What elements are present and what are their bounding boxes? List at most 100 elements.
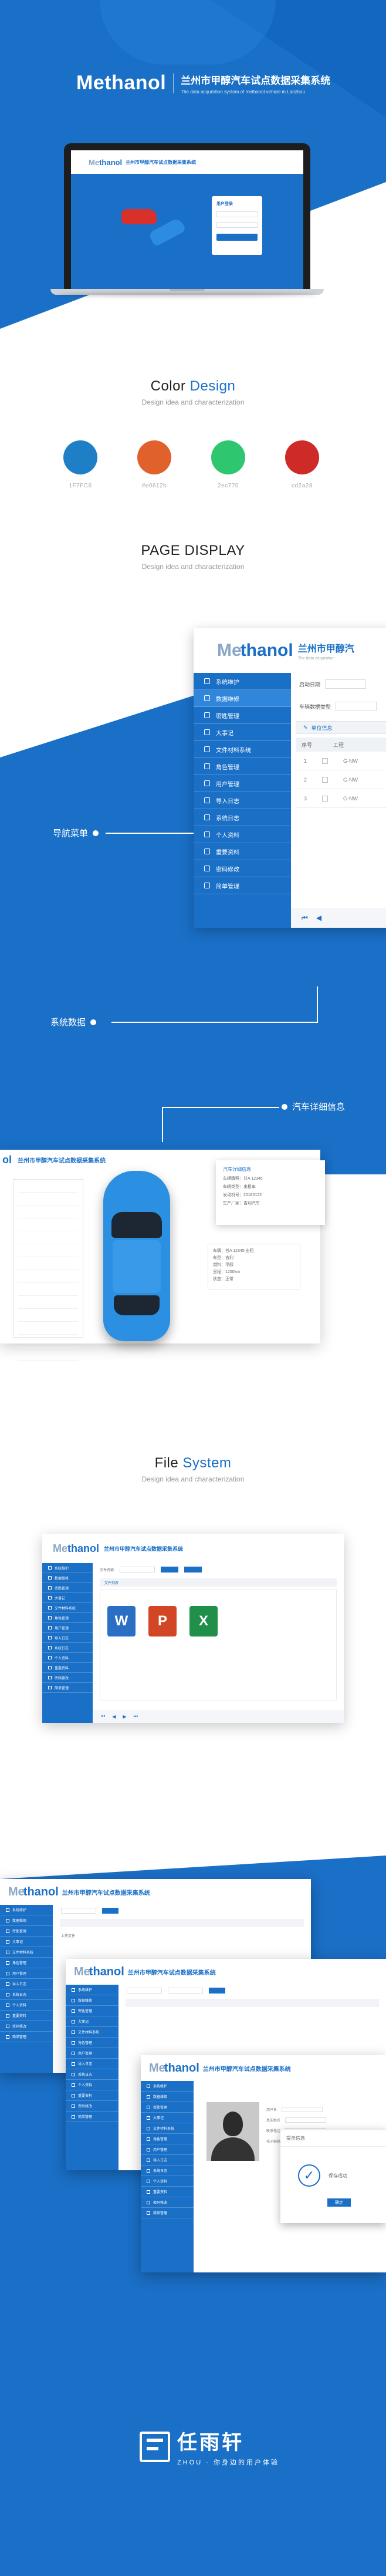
fs-sidebar-item[interactable]: 文件材料系统 [42,1603,93,1613]
date-input[interactable] [325,679,367,689]
table-row[interactable]: 1 G-NW [296,752,386,770]
fs-sidebar-item[interactable]: 个人资料 [42,1653,93,1663]
stack-sidebar-item[interactable]: 密匙管理 [141,2102,194,2113]
last-page-icon[interactable]: ⏭ [134,1713,138,1719]
type-select[interactable] [336,702,377,711]
detail-form-field[interactable] [18,1249,78,1257]
stack-sidebar-item[interactable]: 大事记 [141,2113,194,2123]
profile-field-input[interactable] [282,2107,323,2112]
sidebar-item[interactable]: 系统维护 [194,673,291,690]
stack-sidebar-item[interactable]: 导入日志 [66,2059,118,2069]
detail-form-field[interactable] [18,1223,78,1231]
detail-form-field[interactable] [18,1275,78,1283]
detail-form-field[interactable] [18,1314,78,1322]
stack-sidebar-item[interactable]: 文件材料系统 [0,1947,53,1958]
stack-sidebar-item[interactable]: 密码修改 [0,2021,53,2032]
stack-sidebar-item[interactable]: 密匙管理 [66,2006,118,2016]
stack-sidebar-item[interactable]: 文件材料系统 [141,2123,194,2134]
stack1-button[interactable] [102,1908,118,1914]
stack2-input[interactable] [168,1988,203,1994]
stack-sidebar-item[interactable]: 重要资料 [66,2090,118,2101]
stack-sidebar-item[interactable]: 导入日志 [141,2155,194,2166]
sidebar-item[interactable]: 系统日志 [194,809,291,826]
fs-search-input[interactable] [120,1567,155,1572]
sidebar-item[interactable]: 密匙管理 [194,707,291,724]
fs-sidebar-item[interactable]: 用户管理 [42,1623,93,1633]
document-icon[interactable]: P [148,1606,177,1636]
username-input[interactable] [216,211,258,217]
stack-sidebar-item[interactable]: 简单管理 [141,2208,194,2218]
stack-sidebar-item[interactable]: 用户管理 [0,1968,53,1979]
stack-sidebar-item[interactable]: 密匙管理 [0,1926,53,1937]
stack-sidebar-item[interactable]: 文件材料系统 [66,2027,118,2038]
sidebar-item[interactable]: 个人资料 [194,826,291,843]
fs-sidebar-item[interactable]: 系统日志 [42,1643,93,1653]
stack-sidebar-item[interactable]: 简单管理 [0,2032,53,2042]
password-input[interactable] [216,222,258,228]
stack2-input[interactable] [127,1988,162,1994]
stack-sidebar-item[interactable]: 角色管理 [141,2134,194,2144]
detail-form-field[interactable] [18,1184,78,1193]
stack-sidebar-item[interactable]: 数据维修 [141,2092,194,2102]
stack1-input[interactable] [61,1908,96,1914]
detail-form-field[interactable] [18,1210,78,1218]
profile-field-input[interactable] [285,2117,327,2123]
stack-sidebar-item[interactable]: 用户管理 [66,2048,118,2059]
stack-sidebar-item[interactable]: 用户管理 [141,2144,194,2155]
stack-sidebar-item[interactable]: 角色管理 [66,2038,118,2048]
detail-form-field[interactable] [18,1339,78,1348]
document-icon[interactable]: X [189,1606,218,1636]
stack-sidebar-item[interactable]: 个人资料 [66,2080,118,2090]
prev-page-icon[interactable]: ◀ [112,1714,116,1719]
detail-form-field[interactable] [18,1288,78,1296]
detail-form-field[interactable] [18,1326,78,1335]
sidebar-item[interactable]: 大事记 [194,724,291,741]
stack-sidebar-item[interactable]: 重要资料 [0,2011,53,2021]
document-icon[interactable]: W [107,1606,136,1636]
stack-sidebar-item[interactable]: 系统日志 [0,1989,53,2000]
next-page-icon[interactable]: ▶ [123,1714,126,1719]
edit-icon[interactable]: ✎ [303,725,308,731]
stack-sidebar-item[interactable]: 角色管理 [0,1958,53,1968]
row-checkbox[interactable] [322,757,329,764]
sidebar-item[interactable]: 密码修改 [194,860,291,877]
stack-sidebar-item[interactable]: 个人资料 [141,2176,194,2187]
fs-sidebar-item[interactable]: 大事记 [42,1593,93,1603]
prev-page-icon[interactable]: ◀ [316,914,321,922]
row-checkbox[interactable] [322,776,329,783]
stack-sidebar-item[interactable]: 密码修改 [141,2197,194,2208]
sidebar-item[interactable]: 文件材料系统 [194,741,291,758]
sidebar-item[interactable]: 角色管理 [194,758,291,775]
fs-upload-button[interactable] [184,1567,202,1572]
sidebar-item[interactable]: 重要资料 [194,843,291,860]
login-button[interactable] [216,234,258,241]
table-row[interactable]: 3 G-NW [296,789,386,808]
fs-sidebar-item[interactable]: 重要资料 [42,1663,93,1673]
stack-sidebar-item[interactable]: 系统维护 [141,2081,194,2092]
stack-sidebar-item[interactable]: 重要资料 [141,2187,194,2197]
sidebar-item[interactable]: 导入日志 [194,792,291,809]
fs-search-button[interactable] [161,1567,179,1572]
table-row[interactable]: 2 G-NW [296,770,386,789]
first-page-icon[interactable]: ⏮ [101,1713,105,1719]
stack-sidebar-item[interactable]: 数据维修 [0,1915,53,1926]
stack-sidebar-item[interactable]: 系统维护 [0,1905,53,1915]
stack-sidebar-item[interactable]: 密码修改 [66,2101,118,2112]
detail-form-field[interactable] [18,1262,78,1270]
first-page-icon[interactable]: ⏮ [302,914,308,922]
sidebar-item[interactable]: 用户管理 [194,775,291,792]
fs-sidebar-item[interactable]: 角色管理 [42,1613,93,1623]
stack-sidebar-item[interactable]: 导入日志 [0,1979,53,1989]
stack-sidebar-item[interactable]: 大事记 [66,2016,118,2027]
fs-sidebar-item[interactable]: 简单管理 [42,1683,93,1693]
fs-sidebar-item[interactable]: 数据维修 [42,1573,93,1583]
detail-form-field[interactable] [18,1197,78,1205]
stack-sidebar-item[interactable]: 大事记 [0,1937,53,1947]
stack2-button[interactable] [209,1988,225,1994]
stack-sidebar-item[interactable]: 数据维修 [66,1995,118,2006]
row-checkbox[interactable] [322,795,329,802]
detail-form-field[interactable] [18,1236,78,1244]
stack-sidebar-item[interactable]: 系统维护 [66,1985,118,1995]
fs-sidebar-item[interactable]: 系统维护 [42,1563,93,1573]
sidebar-item[interactable]: 简单管理 [194,877,291,894]
